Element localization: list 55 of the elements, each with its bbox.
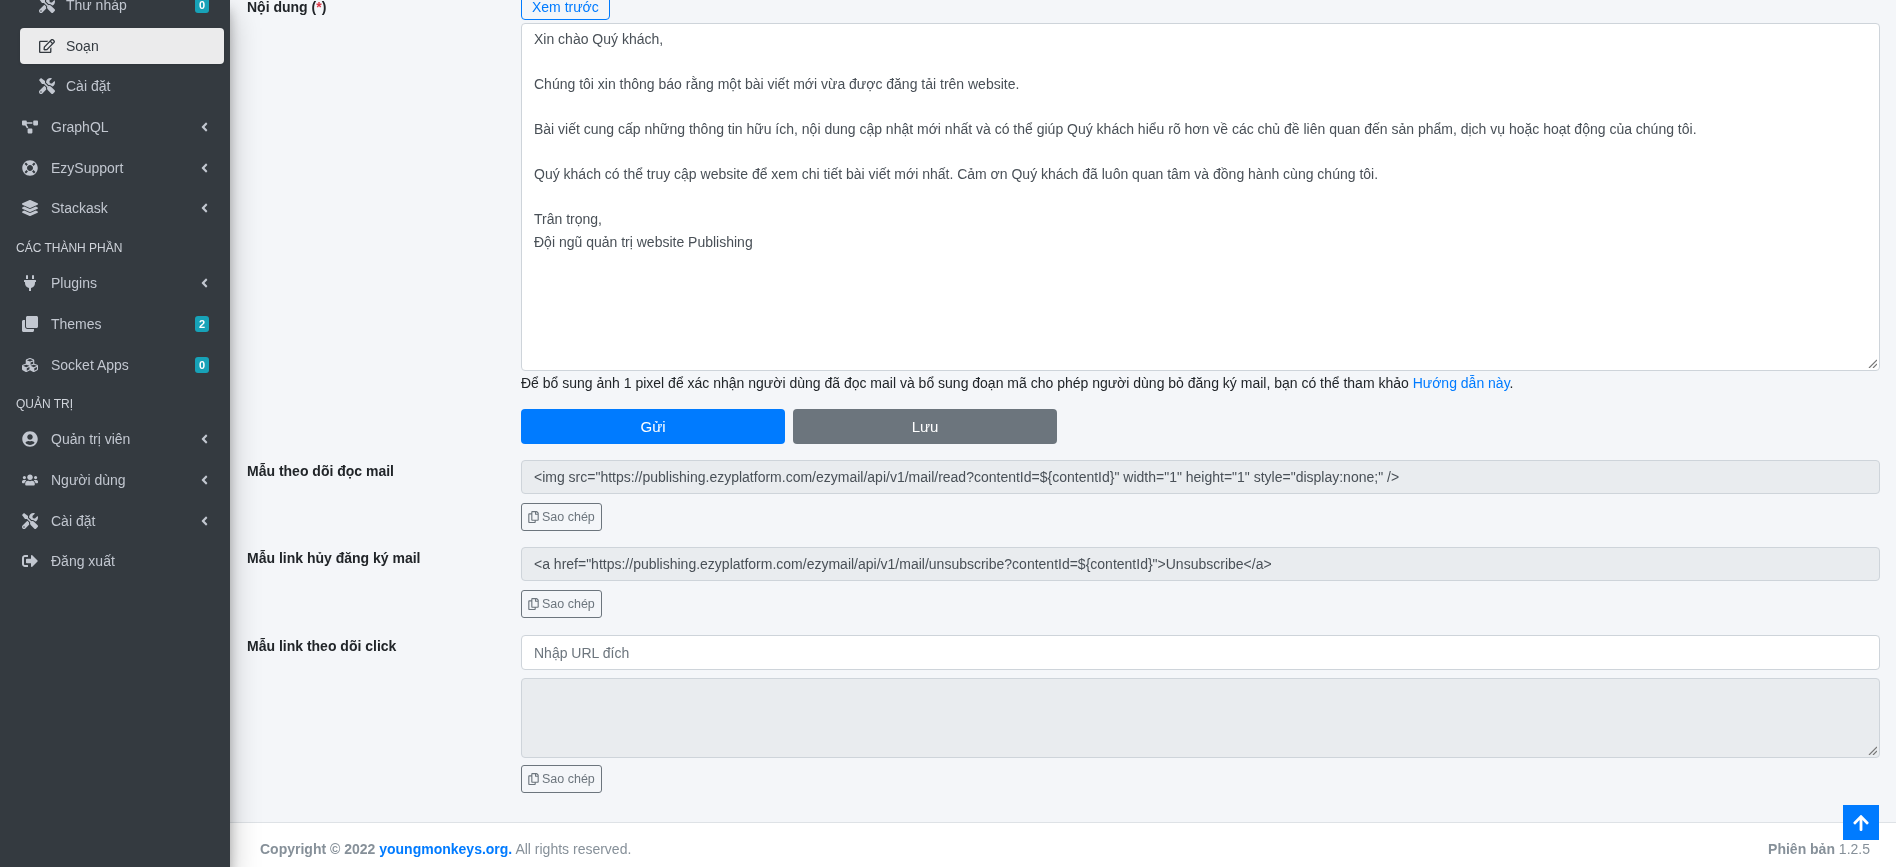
tools-icon — [39, 78, 55, 95]
field-label: Mẫu theo dõi đọc mail — [247, 462, 395, 481]
version-text: Phiên bản 1.2.5 — [1768, 840, 1870, 857]
sidebar-section-header: QUẢN TRỊ — [15, 395, 75, 414]
copy-icon — [528, 598, 539, 610]
sidebar-item[interactable]: Đăng xuất — [8, 543, 224, 580]
resize-grip-icon[interactable] — [1868, 359, 1877, 368]
sidebar-item[interactable]: Stackask — [8, 190, 224, 227]
sidebar-item[interactable]: Socket Apps 0 — [8, 346, 224, 383]
preview-button[interactable]: Xem trước — [521, 0, 610, 20]
copy-icon — [528, 511, 539, 523]
count-badge: 0 — [194, 356, 209, 373]
copy-icon — [528, 773, 539, 785]
field-label: Mẫu link theo dõi click — [247, 637, 398, 656]
arrow-up-icon — [1853, 813, 1869, 832]
content-textarea[interactable]: Xin chào Quý khách, Chúng tôi xin thông báo rằng một bài viết mới vừa được đăng tải trên website. Bài viết cung cấp những thông tin hữu ích, nội dung cập nhật mới nhất và có thể giúp Quý khách hiểu rõ hơn về các chủ đề liên quan đến sản phẩm, dịch vụ hoặc hoạt động của chúng tôi. Quý khách có thể truy cập website để xem chi tiết bài viết mới nhất. Cảm ơn Quý khách đã luôn quan tâm và đồng hành cùng chúng tôi. Trân trọng, Đội ngũ quản trị website Publishing — [521, 23, 1880, 371]
code-field[interactable]: <img src="https://publishing.ezyplatform.com/ezymail/api/v1/mail/read?contentId=${contentId}" width="1" height="1" style="display:none;" /> — [521, 460, 1880, 494]
sidebar-item[interactable]: Người dùng — [8, 461, 224, 498]
sidebar-item[interactable]: EzySupport — [8, 149, 224, 186]
count-badge: 2 — [194, 315, 209, 332]
resize-grip-icon[interactable] — [1868, 746, 1877, 755]
sidebar-item[interactable]: Plugins — [8, 265, 224, 302]
sidebar-item[interactable]: Soạn — [20, 27, 224, 64]
copyright-text: Copyright © 2022 youngmonkeys.org. All rights reserved. — [260, 840, 632, 857]
copy-button[interactable]: Sao chép — [521, 590, 602, 618]
diagram-icon — [22, 119, 38, 136]
code-field[interactable]: <a href="https://publishing.ezyplatform.com/ezymail/api/v1/mail/unsubscribe?contentId=${contentId}">Unsubscribe</a> — [521, 547, 1880, 581]
send-button[interactable]: Gửi — [521, 409, 785, 444]
count-badge: 0 — [194, 0, 209, 13]
copy-button[interactable]: Sao chép — [521, 765, 602, 793]
sign-out-icon — [22, 553, 38, 570]
stacked-squares-icon — [22, 315, 38, 332]
tools-icon — [39, 0, 55, 13]
scroll-top-button[interactable] — [1843, 805, 1879, 840]
sidebar-item[interactable]: Cài đặt — [8, 502, 224, 539]
plug-icon — [22, 275, 38, 292]
url-input[interactable]: Nhập URL đích — [521, 635, 1880, 670]
sidebar-item[interactable]: GraphQL — [8, 109, 224, 146]
copy-button[interactable]: Sao chép — [521, 503, 602, 531]
hint-text: Để bổ sung ảnh 1 pixel để xác nhận người dùng đã đọc mail và bổ sung đoạn mã cho phép người dùng bỏ đăng ký mail, bạn có thể tham khảo Hướng dẫn này. — [521, 374, 1515, 393]
sidebar-item[interactable]: Thư nháp 0 — [20, 0, 224, 23]
tools-icon — [22, 512, 38, 529]
sidebar-item[interactable]: Cài đặt — [20, 68, 224, 105]
cubes-icon — [22, 356, 38, 373]
edit-icon — [39, 37, 55, 54]
lifebuoy-icon — [22, 159, 38, 176]
sidebar-item[interactable]: Themes 2 — [8, 305, 224, 342]
field-label: Nội dung (*) — [247, 0, 328, 17]
footer-link[interactable]: youngmonkeys.org. — [379, 840, 513, 857]
field-label: Mẫu link hủy đăng ký mail — [247, 549, 422, 568]
save-button[interactable]: Lưu — [793, 409, 1057, 444]
sidebar-item[interactable]: Quản trị viên — [8, 421, 224, 458]
layers-icon — [22, 200, 38, 217]
guide-link[interactable]: Hướng dẫn này — [1412, 375, 1510, 391]
sidebar-section-header: CÁC THÀNH PHẦN — [15, 239, 124, 258]
